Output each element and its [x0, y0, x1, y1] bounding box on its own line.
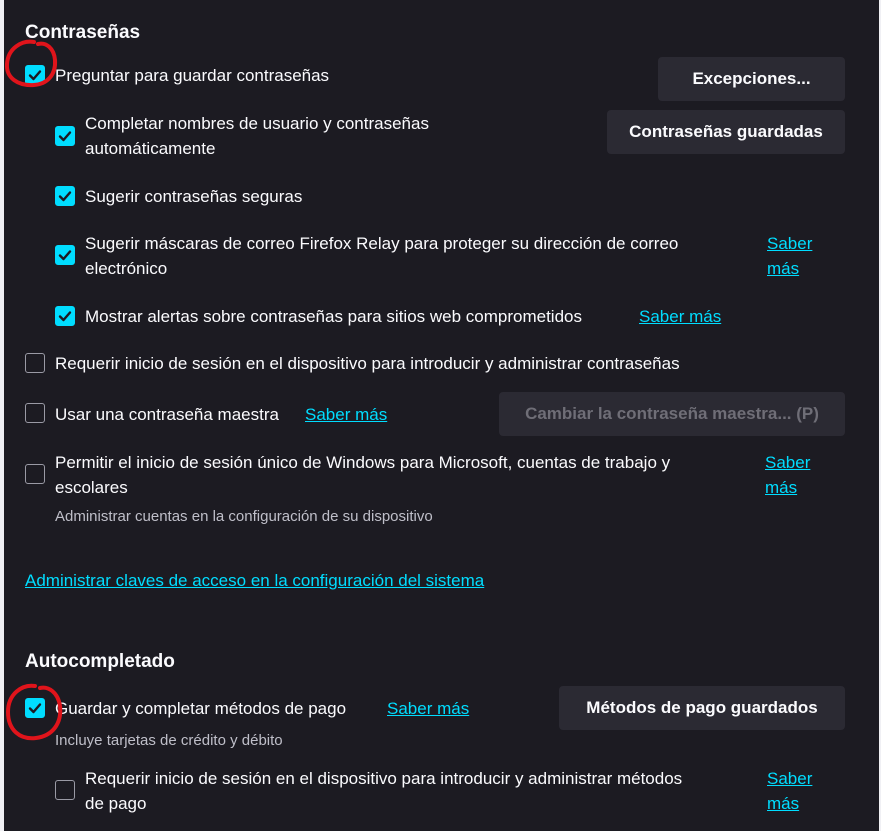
checkmark-icon [58, 131, 72, 142]
require-os-auth-payment-learn-more-link[interactable]: Saber más [767, 766, 812, 816]
windows-sso-label: Permitir el inicio de sesión único de Wi… [55, 453, 671, 497]
manage-passkeys-link[interactable]: Administrar claves de acceso en la confi… [25, 568, 484, 593]
saved-passwords-button[interactable]: Contraseñas guardadas [607, 110, 845, 154]
payment-methods-checkbox[interactable] [25, 698, 45, 718]
breach-alerts-learn-more-link[interactable]: Saber más [639, 304, 721, 329]
saved-payment-methods-button[interactable]: Métodos de pago guardados [559, 686, 845, 730]
checkmark-icon [28, 70, 42, 81]
windows-sso-description: Administrar cuentas en la configuración … [55, 508, 433, 525]
primary-password-learn-more-link[interactable]: Saber más [305, 402, 387, 427]
autofill-heading: Autocompletado [25, 651, 175, 672]
relay-learn-more-link[interactable]: Saber más [767, 231, 812, 281]
window-edge-left [0, 0, 4, 831]
require-os-auth-payment-checkbox[interactable] [55, 780, 75, 800]
payment-methods-label: Guardar y completar métodos de pago [55, 699, 347, 718]
autofill-logins-checkbox[interactable] [55, 126, 75, 146]
passwords-heading: Contraseñas [25, 22, 141, 43]
suggest-strong-label: Sugerir contraseñas seguras [85, 187, 303, 206]
change-primary-password-button[interactable]: Cambiar la contraseña maestra... (P) [499, 392, 845, 436]
require-os-auth-label: Requerir inicio de sesión en el disposit… [55, 354, 680, 373]
windows-sso-checkbox[interactable] [25, 464, 45, 484]
ask-to-save-label: Preguntar para guardar contraseñas [55, 66, 330, 85]
checkmark-icon [58, 191, 72, 202]
exceptions-button[interactable]: Excepciones... [658, 57, 845, 101]
breach-alerts-checkbox[interactable] [55, 306, 75, 326]
relay-checkbox[interactable] [55, 245, 75, 265]
suggest-strong-checkbox[interactable] [55, 186, 75, 206]
autofill-logins-label: Completar nombres de usuario y contraseñ… [85, 114, 429, 158]
require-os-auth-payment-label: Requerir inicio de sesión en el disposit… [85, 769, 683, 813]
payment-methods-description: Incluye tarjetas de crédito y débito [55, 732, 283, 749]
primary-password-label: Usar una contraseña maestra [55, 405, 279, 424]
breach-alerts-label: Mostrar alertas sobre contraseñas para s… [85, 307, 582, 326]
ask-to-save-checkbox[interactable] [25, 65, 45, 85]
checkmark-icon [58, 250, 72, 261]
checkmark-icon [58, 311, 72, 322]
require-os-auth-checkbox[interactable] [25, 353, 45, 373]
relay-label: Sugerir máscaras de correo Firefox Relay… [85, 234, 679, 278]
primary-password-checkbox[interactable] [25, 403, 45, 423]
payment-methods-learn-more-link[interactable]: Saber más [387, 696, 469, 721]
checkmark-icon [28, 703, 42, 714]
windows-sso-learn-more-link[interactable]: Saber más [765, 450, 810, 500]
